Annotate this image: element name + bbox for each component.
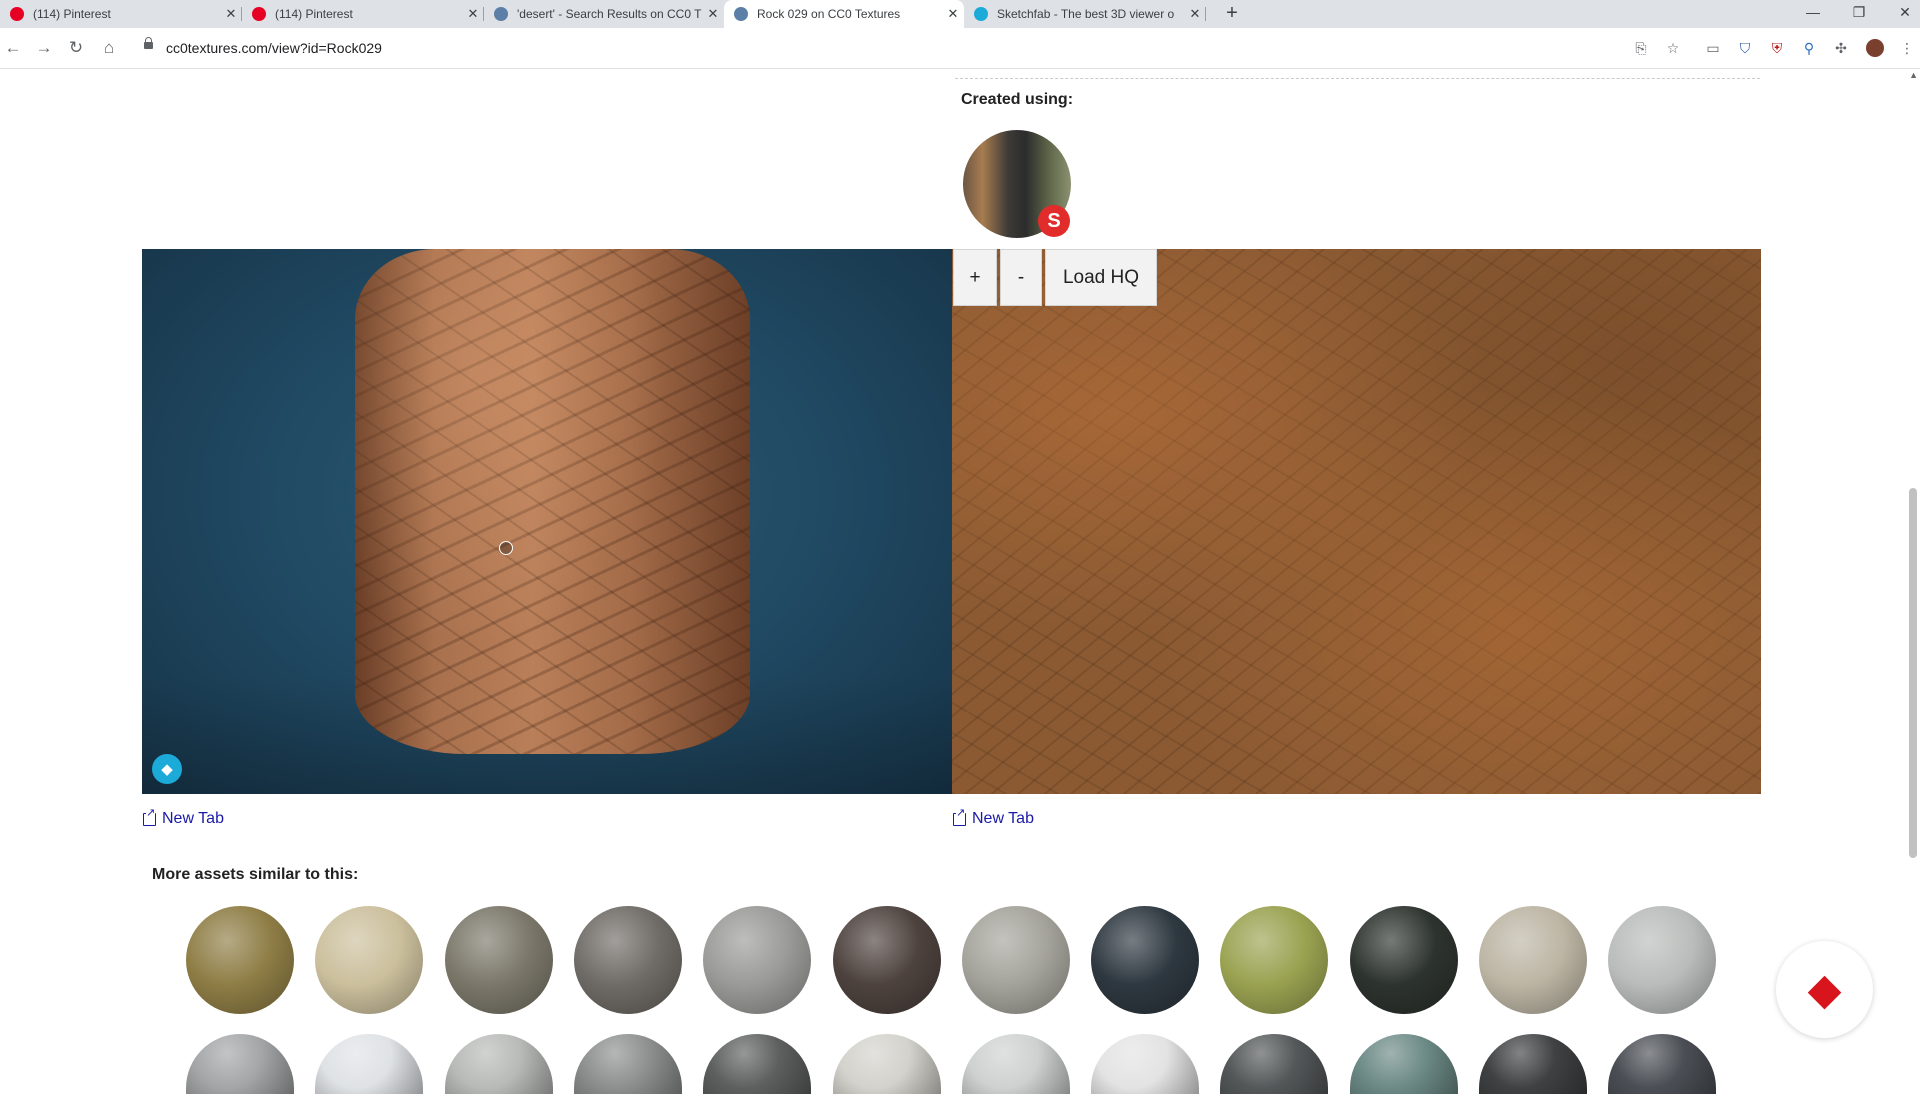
similar-asset-thumbnail[interactable]: [445, 906, 553, 1014]
similar-asset-thumbnail[interactable]: [1479, 1034, 1587, 1094]
tab-rock029[interactable]: Rock 029 on CC0 Textures ✕: [724, 0, 964, 28]
avatar[interactable]: [1866, 39, 1884, 57]
tab-pinterest-2[interactable]: (114) Pinterest ✕: [242, 0, 484, 28]
similar-asset-thumbnail[interactable]: [574, 1034, 682, 1094]
sketchfab-logo-icon[interactable]: ◆: [152, 754, 182, 784]
similar-asset-thumbnail[interactable]: [315, 1034, 423, 1094]
cc0textures-logo-button[interactable]: ◆: [1776, 941, 1873, 1038]
sketchfab-3d-viewer[interactable]: [142, 249, 952, 794]
similar-asset-thumbnail[interactable]: [1091, 906, 1199, 1014]
similar-asset-thumbnail[interactable]: [962, 906, 1070, 1014]
sketchfab-icon: [974, 7, 988, 21]
scroll-up-icon[interactable]: ▲: [1909, 70, 1918, 80]
divider: [955, 78, 1760, 79]
close-icon[interactable]: ✕: [942, 6, 964, 22]
similar-asset-thumbnail[interactable]: [703, 906, 811, 1014]
similar-assets-heading: More assets similar to this:: [152, 866, 359, 883]
open-texture-new-tab-link[interactable]: New Tab: [953, 807, 1034, 828]
external-link-icon: [953, 807, 966, 826]
open-3d-new-tab-link[interactable]: New Tab: [143, 807, 224, 828]
similar-asset-thumbnail[interactable]: [962, 1034, 1070, 1094]
home-icon[interactable]: ⌂: [97, 36, 121, 60]
globe-icon: [494, 7, 508, 21]
extensions-icon[interactable]: ✣: [1832, 39, 1850, 57]
location-pin-icon[interactable]: ⚲: [1800, 39, 1818, 57]
pinterest-icon: [10, 7, 24, 21]
tab-title: 'desert' - Search Results on CC0 T: [517, 7, 702, 21]
close-icon[interactable]: ✕: [462, 6, 484, 22]
similar-asset-thumbnail[interactable]: [1220, 1034, 1328, 1094]
scrollbar-thumb[interactable]: [1909, 488, 1917, 858]
load-hq-button[interactable]: Load HQ: [1045, 249, 1157, 306]
tab-desert-search[interactable]: 'desert' - Search Results on CC0 T ✕: [484, 0, 724, 28]
zoom-in-button[interactable]: +: [953, 249, 997, 306]
tab-separator: [1205, 7, 1206, 21]
similar-asset-thumbnail[interactable]: [186, 1034, 294, 1094]
globe-icon: [734, 7, 748, 21]
new-tab-label: New Tab: [162, 810, 224, 827]
similar-asset-thumbnail[interactable]: [833, 906, 941, 1014]
browser-toolbar: ← → ↻ ⌂ cc0textures.com/view?id=Rock029 …: [0, 28, 1920, 69]
similar-asset-thumbnail[interactable]: [1091, 1034, 1199, 1094]
close-icon[interactable]: ✕: [1184, 6, 1206, 22]
new-tab-plus-icon[interactable]: +: [1220, 2, 1244, 25]
window-close-icon[interactable]: ✕: [1890, 4, 1920, 21]
tab-title: (114) Pinterest: [33, 7, 111, 21]
restore-icon[interactable]: ❐: [1844, 4, 1874, 21]
tab-title: Sketchfab - The best 3D viewer o: [997, 7, 1175, 21]
pinterest-icon: [252, 7, 266, 21]
similar-asset-thumbnail[interactable]: [1220, 906, 1328, 1014]
similar-asset-thumbnail[interactable]: [1350, 1034, 1458, 1094]
ublock-icon[interactable]: ⛨: [1768, 39, 1786, 57]
reload-icon[interactable]: ↻: [64, 36, 88, 60]
similar-asset-thumbnail[interactable]: [574, 906, 682, 1014]
tab-strip: (114) Pinterest ✕ (114) Pinterest ✕ 'des…: [0, 0, 1920, 28]
back-icon[interactable]: ←: [1, 36, 25, 60]
similar-asset-thumbnail[interactable]: [703, 1034, 811, 1094]
similar-asset-thumbnail[interactable]: [833, 1034, 941, 1094]
tab-title: Rock 029 on CC0 Textures: [757, 7, 901, 21]
menu-kebab-icon[interactable]: ⋮: [1898, 39, 1916, 57]
similar-asset-thumbnail[interactable]: [1350, 906, 1458, 1014]
similar-asset-thumbnail[interactable]: [445, 1034, 553, 1094]
grab-cursor-icon: [499, 541, 513, 555]
similar-asset-thumbnail[interactable]: [315, 906, 423, 1014]
similar-asset-thumbnail[interactable]: [1608, 906, 1716, 1014]
cast-icon[interactable]: ▭: [1704, 39, 1722, 57]
close-icon[interactable]: ✕: [220, 6, 242, 22]
zoom-out-button[interactable]: -: [1000, 249, 1042, 306]
tab-sketchfab[interactable]: Sketchfab - The best 3D viewer o ✕: [964, 0, 1206, 28]
bitwarden-icon[interactable]: ⛉: [1736, 39, 1754, 57]
texture-preview[interactable]: [952, 249, 1761, 794]
rock-material-cylinder: [355, 249, 750, 754]
similar-asset-thumbnail[interactable]: [186, 906, 294, 1014]
forward-icon[interactable]: →: [32, 36, 56, 60]
tab-title: (114) Pinterest: [275, 7, 353, 21]
similar-asset-thumbnail[interactable]: [1479, 906, 1587, 1014]
new-tab-label: New Tab: [972, 810, 1034, 827]
tab-pinterest-1[interactable]: (114) Pinterest ✕: [0, 0, 242, 28]
bookmark-star-icon[interactable]: ☆: [1664, 39, 1682, 57]
translate-icon[interactable]: ⎘: [1632, 39, 1650, 57]
created-using-label: Created using:: [961, 91, 1074, 108]
minimize-icon[interactable]: —: [1798, 4, 1828, 20]
close-icon[interactable]: ✕: [702, 6, 724, 22]
lock-icon: [144, 37, 153, 49]
external-link-icon: [143, 807, 156, 826]
address-bar[interactable]: cc0textures.com/view?id=Rock029: [166, 40, 382, 56]
substance-logo-icon: S: [1038, 205, 1070, 237]
similar-asset-thumbnail[interactable]: [1608, 1034, 1716, 1094]
